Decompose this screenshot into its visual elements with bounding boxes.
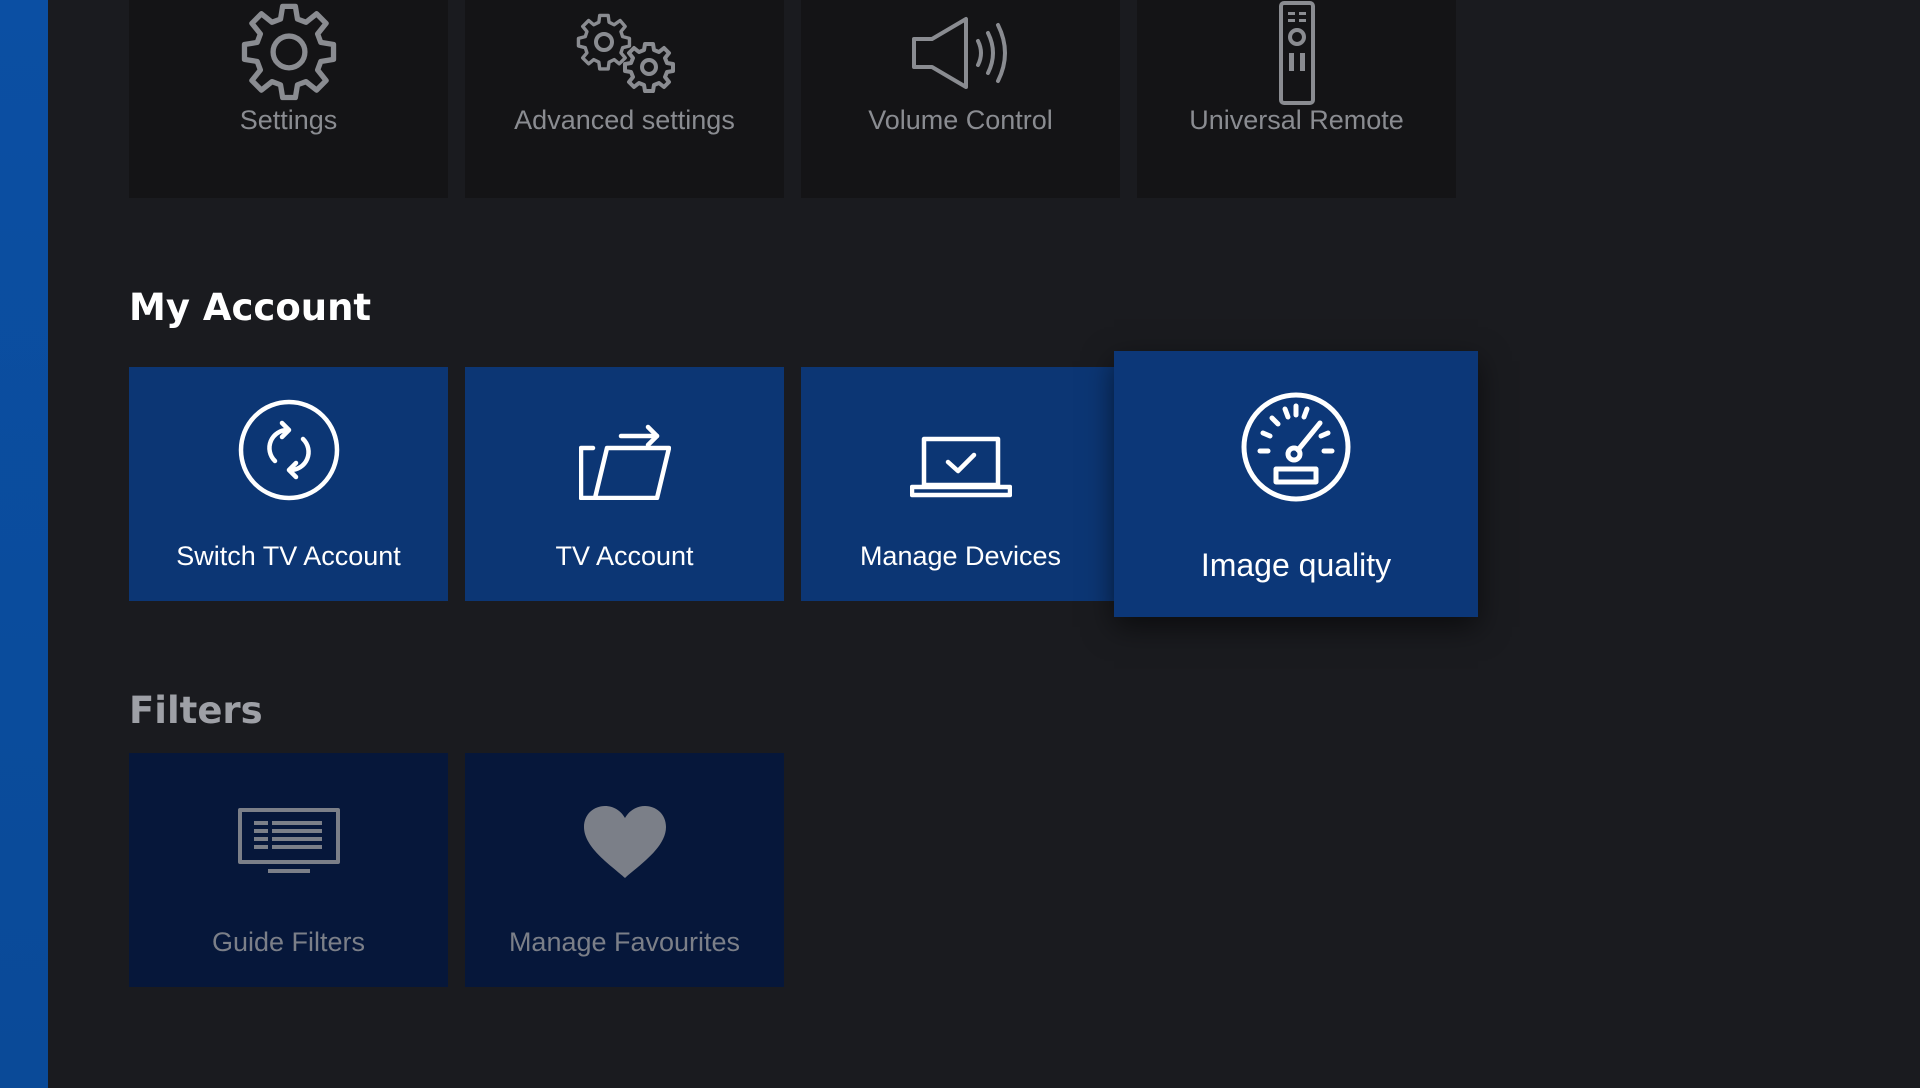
settings-label: Settings <box>239 105 338 135</box>
image-quality-tile[interactable]: Image quality <box>1114 351 1478 617</box>
laptop-check-icon <box>801 427 1120 507</box>
manage-devices-tile[interactable]: Manage Devices <box>801 367 1120 601</box>
advanced-settings-label: Advanced settings <box>514 105 735 135</box>
guide-icon <box>129 801 448 881</box>
guide-filters-label: Guide Filters <box>211 927 366 957</box>
remote-icon <box>1137 0 1456 105</box>
settings-tile[interactable]: Settings <box>129 0 448 198</box>
switch-tv-account-tile[interactable]: Switch TV Account <box>129 367 448 601</box>
volume-control-tile[interactable]: Volume Control <box>801 0 1120 198</box>
my-account-heading: My Account <box>129 286 372 329</box>
gear-icon <box>129 0 448 105</box>
manage-favourites-label: Manage Favourites <box>508 927 741 957</box>
image-quality-label: Image quality <box>1200 547 1392 583</box>
universal-remote-label: Universal Remote <box>1189 105 1404 135</box>
manage-devices-label: Manage Devices <box>859 541 1062 571</box>
switch-account-icon <box>129 387 448 512</box>
tv-account-icon <box>465 415 784 500</box>
speaker-icon <box>801 0 1120 105</box>
universal-remote-tile[interactable]: Universal Remote <box>1137 0 1456 198</box>
heart-icon <box>465 803 784 881</box>
side-strip <box>0 0 48 1088</box>
filters-heading: Filters <box>129 689 263 732</box>
switch-tv-account-label: Switch TV Account <box>176 541 401 571</box>
gears-icon <box>465 0 784 105</box>
speedometer-icon <box>1114 391 1478 503</box>
guide-filters-tile[interactable]: Guide Filters <box>129 753 448 987</box>
manage-favourites-tile[interactable]: Manage Favourites <box>465 753 784 987</box>
tv-account-tile[interactable]: TV Account <box>465 367 784 601</box>
volume-control-label: Volume Control <box>868 105 1053 135</box>
tv-account-label: TV Account <box>555 541 694 571</box>
advanced-settings-tile[interactable]: Advanced settings <box>465 0 784 198</box>
